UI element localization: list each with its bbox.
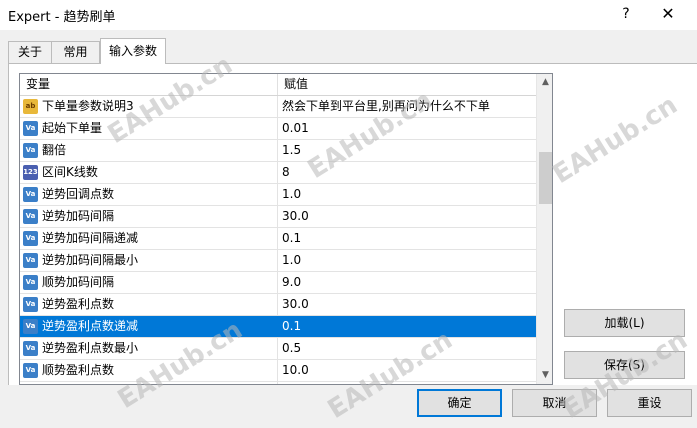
grid-header: 变量 赋值 <box>20 74 536 96</box>
variable-name: 逆势盈利点数最小 <box>42 341 139 355</box>
variable-name: 逆势盈利点数 <box>42 297 115 311</box>
int-type-icon: 123 <box>23 165 38 180</box>
value-cell[interactable]: 1.0 <box>278 184 536 205</box>
variable-name: 区间K线数 <box>42 165 98 179</box>
value-cell[interactable]: 30.0 <box>278 206 536 227</box>
variable-cell[interactable]: Va 逆势盈利点数最小 <box>20 338 278 359</box>
variable-name: 逆势加码间隔最小 <box>42 253 139 267</box>
variable-name: 逆势回调点数 <box>42 187 115 201</box>
vertical-scrollbar[interactable]: ▲ ▼ <box>536 74 552 384</box>
table-row[interactable]: Va 逆势盈利点数 30.0 <box>20 294 536 316</box>
variable-cell[interactable]: Va 逆势回调点数 <box>20 184 278 205</box>
table-row[interactable]: ab 下单量参数说明3 然会下单到平台里,别再问为什么不下单 <box>20 96 536 118</box>
title-bar: Expert - 趋势刷单 ? ✕ <box>0 0 697 30</box>
table-row[interactable]: Va 起始下单量 0.01 <box>20 118 536 140</box>
variable-name: 逆势加码间隔 <box>42 209 115 223</box>
value-cell[interactable]: 0.1 <box>278 316 536 337</box>
variable-cell[interactable]: Va 起始下单量 <box>20 118 278 139</box>
tab-about[interactable]: 关于 <box>8 41 52 63</box>
cancel-button[interactable]: 取消 <box>512 389 597 417</box>
string-type-icon: ab <box>23 99 38 114</box>
scroll-up-icon[interactable]: ▲ <box>537 74 552 91</box>
variable-cell[interactable]: Va 逆势加码间隔递减 <box>20 228 278 249</box>
variable-cell[interactable]: Va 逆势加码间隔最小 <box>20 250 278 271</box>
table-row[interactable]: Va 逆势盈利点数递减 0.1 <box>20 316 536 338</box>
scroll-thumb[interactable] <box>539 152 552 204</box>
double-type-icon: Va <box>23 187 38 202</box>
close-button[interactable]: ✕ <box>650 3 686 25</box>
tab-common[interactable]: 常用 <box>51 41 100 63</box>
variable-name: 顺势加码间隔 <box>42 275 115 289</box>
window-title: Expert - 趋势刷单 <box>8 10 116 25</box>
table-row[interactable]: Va 逆势盈利点数最小 0.5 <box>20 338 536 360</box>
double-type-icon: Va <box>23 209 38 224</box>
tab-inputs[interactable]: 输入参数 <box>100 38 166 64</box>
value-cell[interactable]: 8 <box>278 162 536 183</box>
value-cell[interactable]: 1.5 <box>278 140 536 161</box>
double-type-icon: Va <box>23 341 38 356</box>
load-button[interactable]: 加载(L) <box>564 309 685 337</box>
variable-name: 逆势加码间隔递减 <box>42 231 139 245</box>
value-cell[interactable]: 0.1 <box>278 228 536 249</box>
variable-cell[interactable]: Va 顺势加码间隔 <box>20 272 278 293</box>
variable-name: 下单量参数说明3 <box>42 99 134 113</box>
variable-cell[interactable]: ab 下单量参数说明3 <box>20 96 278 117</box>
table-row[interactable]: 123 区间K线数 8 <box>20 162 536 184</box>
variable-name: 顺势盈利点数 <box>42 363 115 377</box>
variable-cell[interactable]: Va整体移动止损点数 <box>20 382 278 384</box>
value-cell[interactable]: 10.0 <box>278 360 536 381</box>
variable-name: 整体移动止损点数 <box>42 382 138 384</box>
scroll-down-icon[interactable]: ▼ <box>537 367 552 384</box>
value-cell[interactable]: 然会下单到平台里,别再问为什么不下单 <box>278 96 536 117</box>
variable-cell[interactable]: Va 逆势加码间隔 <box>20 206 278 227</box>
variable-cell[interactable]: 123 区间K线数 <box>20 162 278 183</box>
table-row[interactable]: Va 逆势加码间隔最小 1.0 <box>20 250 536 272</box>
double-type-icon: Va <box>23 143 38 158</box>
table-row[interactable]: Va 逆势加码间隔 30.0 <box>20 206 536 228</box>
variable-name: 翻倍 <box>42 143 67 157</box>
variable-cell[interactable]: Va 顺势盈利点数 <box>20 360 278 381</box>
table-row[interactable]: Va 顺势加码间隔 9.0 <box>20 272 536 294</box>
double-type-icon: Va <box>23 253 38 268</box>
header-value[interactable]: 赋值 <box>278 74 536 95</box>
double-type-icon: Va <box>23 121 38 136</box>
grid-rows: ab 下单量参数说明3 然会下单到平台里,别再问为什么不下单 Va 起始下单量 0.01 V… <box>20 96 536 384</box>
header-variable[interactable]: 变量 <box>20 74 278 95</box>
value-cell[interactable]: 0.5 <box>278 338 536 359</box>
double-type-icon: Va <box>23 231 38 246</box>
variable-name: 起始下单量 <box>42 121 103 135</box>
double-type-icon: Va <box>23 297 38 312</box>
table-row[interactable]: Va 逆势回调点数 1.0 <box>20 184 536 206</box>
value-cell[interactable]: 1.0 <box>278 250 536 271</box>
table-row[interactable]: Va整体移动止损点数0.0 <box>20 382 536 384</box>
value-cell[interactable]: 30.0 <box>278 294 536 315</box>
variable-cell[interactable]: Va 翻倍 <box>20 140 278 161</box>
value-cell[interactable]: 9.0 <box>278 272 536 293</box>
value-cell[interactable]: 0.01 <box>278 118 536 139</box>
table-row[interactable]: Va 逆势加码间隔递减 0.1 <box>20 228 536 250</box>
help-button[interactable]: ? <box>612 3 640 25</box>
save-button[interactable]: 保存(S) <box>564 351 685 379</box>
reset-button[interactable]: 重设 <box>607 389 692 417</box>
double-type-icon: Va <box>23 275 38 290</box>
double-type-icon: Va <box>23 363 38 378</box>
variable-cell[interactable]: Va 逆势盈利点数递减 <box>20 316 278 337</box>
ok-button[interactable]: 确定 <box>417 389 502 417</box>
parameter-grid: 变量 赋值 ab 下单量参数说明3 然会下单到平台里,别再问为什么不下单 Va 起始下单… <box>19 73 553 385</box>
value-cell[interactable]: 0.0 <box>278 382 536 384</box>
double-type-icon: Va <box>23 319 38 334</box>
table-row[interactable]: Va 翻倍 1.5 <box>20 140 536 162</box>
variable-name: 逆势盈利点数递减 <box>42 319 139 333</box>
variable-cell[interactable]: Va 逆势盈利点数 <box>20 294 278 315</box>
table-row[interactable]: Va 顺势盈利点数 10.0 <box>20 360 536 382</box>
